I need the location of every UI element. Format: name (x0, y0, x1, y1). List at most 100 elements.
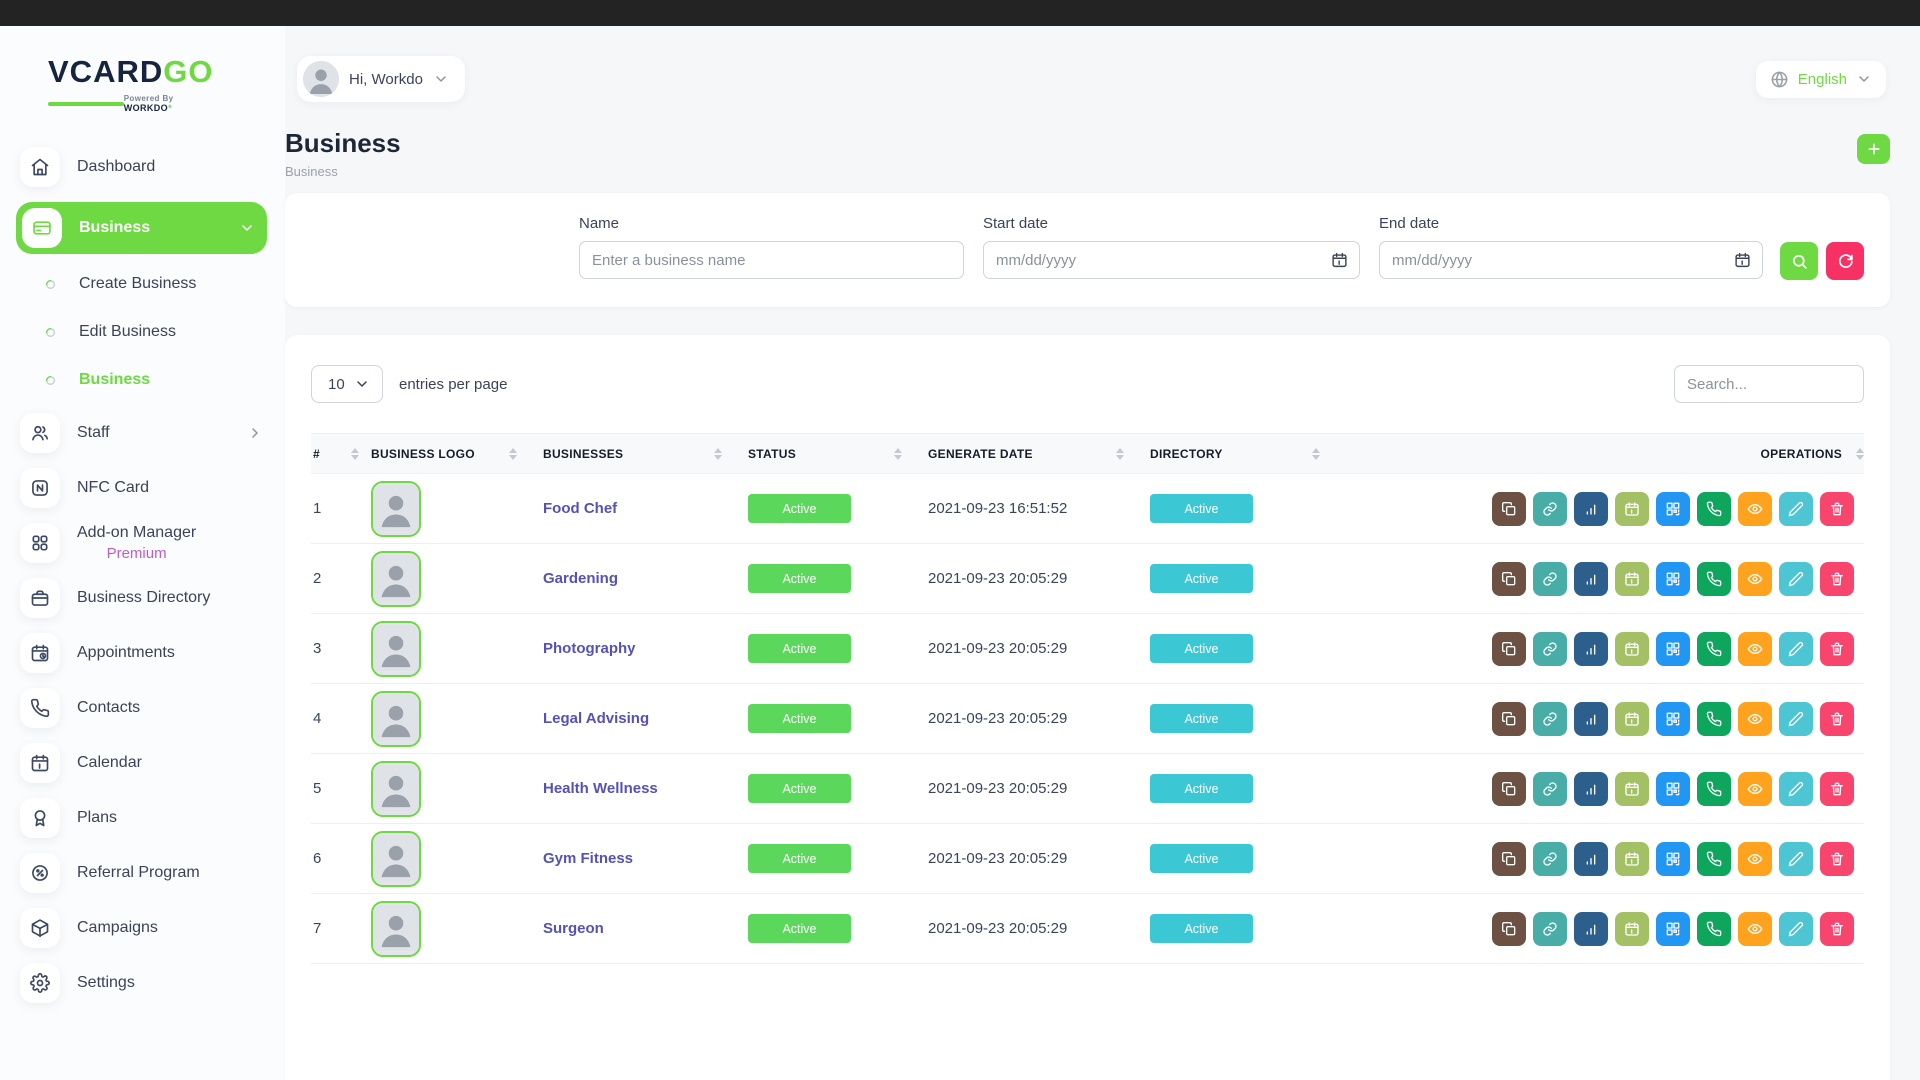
sidebar-subitem-create-business[interactable]: Create Business (44, 269, 263, 299)
sidebar-item-settings[interactable]: Settings (20, 963, 263, 1003)
op-calendar-button[interactable] (1615, 702, 1649, 736)
sort-arrows-icon[interactable] (894, 448, 902, 460)
op-copy-button[interactable] (1492, 702, 1526, 736)
op-preview-button[interactable] (1738, 842, 1772, 876)
op-calendar-button[interactable] (1615, 772, 1649, 806)
sort-arrows-icon[interactable] (714, 448, 722, 460)
op-phone-button[interactable] (1697, 632, 1731, 666)
op-link-button[interactable] (1533, 772, 1567, 806)
business-logo[interactable] (371, 551, 421, 607)
op-phone-button[interactable] (1697, 772, 1731, 806)
op-preview-button[interactable] (1738, 492, 1772, 526)
op-analytics-button[interactable] (1574, 842, 1608, 876)
op-edit-button[interactable] (1779, 492, 1813, 526)
op-preview-button[interactable] (1738, 702, 1772, 736)
column-header-generate-date[interactable]: GENERATE DATE (926, 434, 1148, 474)
op-analytics-button[interactable] (1574, 912, 1608, 946)
breadcrumb[interactable]: Business (285, 164, 401, 179)
op-calendar-button[interactable] (1615, 912, 1649, 946)
op-copy-button[interactable] (1492, 632, 1526, 666)
business-name-link[interactable]: Gardening (543, 570, 618, 587)
sort-arrows-icon[interactable] (351, 448, 359, 460)
op-link-button[interactable] (1533, 562, 1567, 596)
sidebar-item-nfc-card[interactable]: NFC Card (20, 468, 263, 508)
business-name-link[interactable]: Health Wellness (543, 780, 658, 797)
sort-arrows-icon[interactable] (509, 448, 517, 460)
op-link-button[interactable] (1533, 632, 1567, 666)
sidebar-subitem-business[interactable]: Business (44, 365, 263, 395)
column-header-businesses[interactable]: BUSINESSES (541, 434, 746, 474)
sidebar-item-business-directory[interactable]: Business Directory (20, 578, 263, 618)
calendar-icon[interactable] (1734, 252, 1751, 269)
op-preview-button[interactable] (1738, 632, 1772, 666)
start-date-input[interactable] (983, 241, 1360, 279)
op-delete-button[interactable] (1820, 842, 1854, 876)
op-qr-code-button[interactable] (1656, 492, 1690, 526)
op-edit-button[interactable] (1779, 912, 1813, 946)
sort-arrows-icon[interactable] (1312, 448, 1320, 460)
sidebar-item-add-on-manager[interactable]: Add-on Manager Premium (20, 523, 263, 563)
calendar-icon[interactable] (1331, 252, 1348, 269)
op-copy-button[interactable] (1492, 562, 1526, 596)
business-logo[interactable] (371, 761, 421, 817)
business-name-link[interactable]: Legal Advising (543, 710, 649, 727)
op-copy-button[interactable] (1492, 842, 1526, 876)
op-delete-button[interactable] (1820, 912, 1854, 946)
op-qr-code-button[interactable] (1656, 772, 1690, 806)
op-copy-button[interactable] (1492, 772, 1526, 806)
brand-logo[interactable]: VCARDGO Powered By WORKDO* (20, 56, 263, 113)
op-qr-code-button[interactable] (1656, 702, 1690, 736)
sidebar-item-business[interactable]: Business (16, 202, 267, 254)
business-name-input[interactable] (579, 241, 964, 279)
sidebar-item-plans[interactable]: Plans (20, 798, 263, 838)
sort-arrows-icon[interactable] (1116, 448, 1124, 460)
column-header-operations[interactable]: OPERATIONS (1344, 434, 1864, 474)
op-phone-button[interactable] (1697, 492, 1731, 526)
op-phone-button[interactable] (1697, 562, 1731, 596)
op-calendar-button[interactable] (1615, 842, 1649, 876)
op-link-button[interactable] (1533, 842, 1567, 876)
business-logo[interactable] (371, 831, 421, 887)
op-phone-button[interactable] (1697, 912, 1731, 946)
sort-arrows-icon[interactable] (1856, 448, 1864, 460)
op-preview-button[interactable] (1738, 912, 1772, 946)
op-analytics-button[interactable] (1574, 632, 1608, 666)
sidebar-item-staff[interactable]: Staff (20, 413, 263, 453)
op-link-button[interactable] (1533, 912, 1567, 946)
column-header-directory[interactable]: DIRECTORY (1148, 434, 1344, 474)
language-selector[interactable]: English (1756, 61, 1886, 98)
op-edit-button[interactable] (1779, 772, 1813, 806)
entries-per-page-select[interactable]: 10 (311, 365, 383, 403)
column-header-business-logo[interactable]: BUSINESS LOGO (369, 434, 541, 474)
op-edit-button[interactable] (1779, 562, 1813, 596)
op-analytics-button[interactable] (1574, 492, 1608, 526)
business-logo[interactable] (371, 691, 421, 747)
op-delete-button[interactable] (1820, 632, 1854, 666)
op-preview-button[interactable] (1738, 562, 1772, 596)
op-qr-code-button[interactable] (1656, 842, 1690, 876)
sidebar-item-contacts[interactable]: Contacts (20, 688, 263, 728)
business-logo[interactable] (371, 901, 421, 957)
op-analytics-button[interactable] (1574, 702, 1608, 736)
apply-filter-button[interactable] (1780, 242, 1818, 280)
op-calendar-button[interactable] (1615, 562, 1649, 596)
column-header-status[interactable]: STATUS (746, 434, 926, 474)
op-copy-button[interactable] (1492, 912, 1526, 946)
column-header-#[interactable]: # (311, 434, 369, 474)
op-preview-button[interactable] (1738, 772, 1772, 806)
op-analytics-button[interactable] (1574, 772, 1608, 806)
op-delete-button[interactable] (1820, 772, 1854, 806)
business-name-link[interactable]: Surgeon (543, 920, 604, 937)
create-business-button[interactable] (1857, 134, 1890, 164)
sidebar-item-referral-program[interactable]: Referral Program (20, 853, 263, 893)
sidebar-subitem-edit-business[interactable]: Edit Business (44, 317, 263, 347)
op-edit-button[interactable] (1779, 842, 1813, 876)
end-date-input[interactable] (1379, 241, 1763, 279)
op-phone-button[interactable] (1697, 842, 1731, 876)
business-name-link[interactable]: Gym Fitness (543, 850, 633, 867)
op-qr-code-button[interactable] (1656, 632, 1690, 666)
table-search-input[interactable] (1674, 365, 1864, 403)
sidebar-item-appointments[interactable]: Appointments (20, 633, 263, 673)
op-delete-button[interactable] (1820, 562, 1854, 596)
op-calendar-button[interactable] (1615, 492, 1649, 526)
